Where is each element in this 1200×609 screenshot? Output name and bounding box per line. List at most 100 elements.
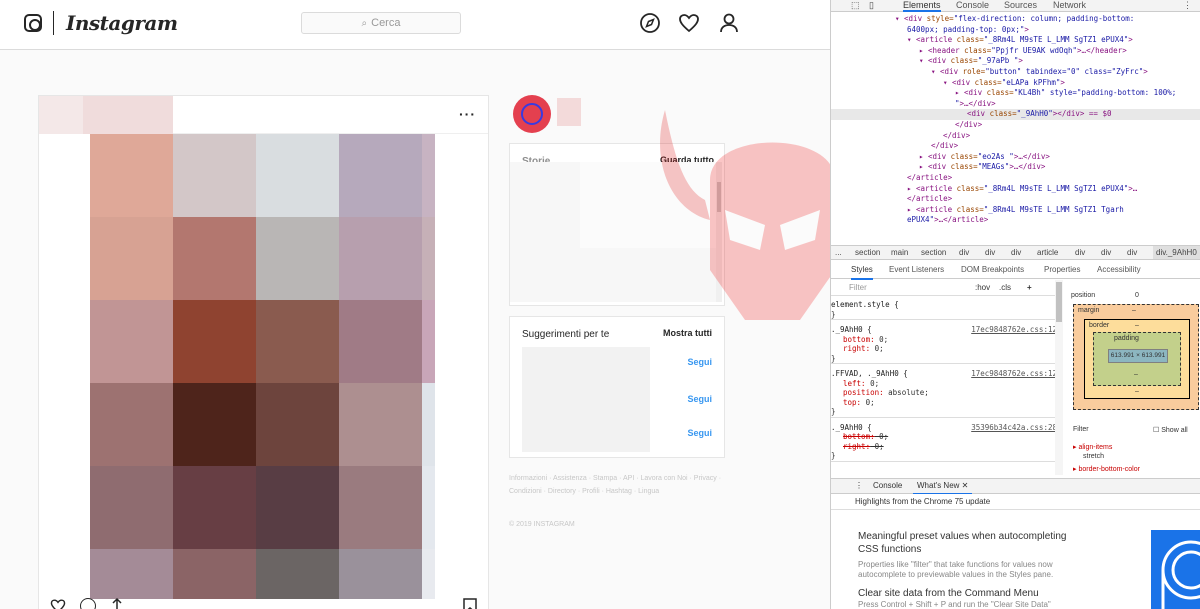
instagram-wordmark[interactable]: Instagram <box>66 11 178 35</box>
css-prop-value[interactable]: 0; <box>875 335 888 344</box>
sub-tab[interactable]: Styles <box>851 261 873 280</box>
pixelated-post-image[interactable] <box>90 134 435 599</box>
breadcrumb-item[interactable]: div._9AhH0 <box>1153 246 1200 259</box>
style-rule[interactable]: .FFVAD, ._9AhH0 {17ec9848762e.css:12 left… <box>831 369 1063 418</box>
css-prop-value[interactable]: 0; <box>870 442 884 451</box>
search-input[interactable]: ⌕ Cerca <box>301 12 461 34</box>
dom-node-line[interactable]: </article> <box>907 173 952 184</box>
css-prop-value[interactable]: 0; <box>866 379 879 388</box>
more-icon[interactable]: ··· <box>459 106 476 122</box>
dom-node-line[interactable]: ▸ <div class="MEAGs">…</div> <box>919 162 1045 173</box>
rule-source-link[interactable]: 17ec9848762e.css:12 <box>971 369 1057 379</box>
style-rule[interactable]: element.style {} <box>831 300 1063 320</box>
dom-node-line[interactable]: ▾ <div style="flex-direction: column; pa… <box>895 14 1134 25</box>
style-rule[interactable]: ._9AhH0 {35396b34c42a.css:28 bottom: 0; ri… <box>831 423 1063 462</box>
footer-links[interactable]: Informazioni · Assistenza · Stampa · API… <box>509 472 725 498</box>
css-prop-name[interactable]: left: <box>843 379 866 388</box>
new-rule-button[interactable]: + <box>1027 280 1032 296</box>
sub-tab[interactable]: Event Listeners <box>889 261 944 278</box>
dom-node-line[interactable]: 6400px; padding-top: 0px;"> <box>907 25 1029 36</box>
scrollbar-thumb[interactable] <box>1056 282 1062 322</box>
css-prop-value[interactable]: absolute; <box>884 388 929 397</box>
margin-box[interactable]: margin – border – padding 613.991 × 613.… <box>1073 304 1199 410</box>
tab-elements[interactable]: Elements <box>903 0 941 12</box>
border-box[interactable]: border – padding 613.991 × 613.991 – – <box>1084 319 1190 399</box>
profile-icon[interactable] <box>718 12 740 34</box>
css-prop-name[interactable]: right: <box>843 442 870 451</box>
user-avatar[interactable] <box>513 95 551 133</box>
breadcrumb-item[interactable]: section <box>855 246 880 259</box>
tab-console[interactable]: Console <box>956 0 989 10</box>
dom-node-line[interactable]: ▾ <article class="_8Rm4L M9sTE L_LMM SgT… <box>907 35 1133 46</box>
like-icon[interactable] <box>49 598 67 609</box>
show-all-checkbox[interactable]: ☐ Show all <box>1153 426 1188 434</box>
breadcrumb-item[interactable]: div <box>1075 246 1085 259</box>
cls-toggle[interactable]: .cls <box>999 280 1011 296</box>
dom-node-line[interactable]: ▾ <div role="button" tabindex="0" class=… <box>931 67 1148 78</box>
drawer-menu-icon[interactable]: ⋮ <box>855 479 863 493</box>
dom-node-line[interactable]: </div> <box>955 120 982 131</box>
rule-source-link[interactable]: 35396b34c42a.css:28 <box>971 423 1057 433</box>
breadcrumb-item[interactable]: main <box>891 246 908 259</box>
whats-new-item-title[interactable]: Clear site data from the Command Menu <box>858 587 1118 600</box>
css-prop-name[interactable]: bottom: <box>843 335 875 344</box>
dom-node-line[interactable]: ▸ <article class="_8Rm4L M9sTE L_LMM SgT… <box>907 184 1137 195</box>
heart-icon[interactable] <box>678 12 700 34</box>
css-prop-value[interactable]: 0; <box>861 398 875 407</box>
dom-node-line[interactable]: ▸ <div class="KL4Bh" style="padding-bott… <box>955 88 1176 99</box>
content-box[interactable]: 613.991 × 613.991 <box>1108 349 1168 363</box>
rule-source-link[interactable]: 17ec9848762e.css:12 <box>971 325 1057 335</box>
breadcrumb-item[interactable]: div <box>985 246 995 259</box>
dom-node-line[interactable]: ePUX4">…</article> <box>907 215 988 226</box>
sub-tab[interactable]: Accessibility <box>1097 261 1141 278</box>
computed-filter-input[interactable]: Filter <box>1073 426 1089 433</box>
tab-network[interactable]: Network <box>1053 0 1086 10</box>
computed-prop[interactable]: ▸ border-bottom-color <box>1073 465 1140 473</box>
follow-button[interactable]: Segui <box>687 394 712 404</box>
css-prop-name[interactable]: top: <box>843 398 861 407</box>
breadcrumb-item[interactable]: section <box>921 246 946 259</box>
padding-box[interactable]: padding 613.991 × 613.991 – <box>1093 332 1181 386</box>
drawer-tab-whats-new[interactable]: What's New ✕ <box>913 479 973 495</box>
styles-filter-input[interactable]: Filter <box>849 280 867 296</box>
sub-tab[interactable]: DOM Breakpoints <box>961 261 1024 278</box>
tab-sources[interactable]: Sources <box>1004 0 1037 10</box>
inspect-icon[interactable]: ⬚ <box>851 0 860 10</box>
dom-node-line[interactable]: ">…</div> <box>955 99 996 110</box>
dom-node-line[interactable]: </div> <box>931 141 958 152</box>
dom-node-line[interactable]: ▾ <div class="_97aPb "> <box>919 56 1023 67</box>
hov-toggle[interactable]: :hov <box>975 280 990 296</box>
dom-node-line[interactable]: <div class="_9AhH0"></div> == $0 <box>831 109 1200 120</box>
css-prop-value[interactable]: 0; <box>870 344 884 353</box>
breadcrumb-item[interactable]: div <box>1127 246 1137 259</box>
whats-new-item-title[interactable]: Meaningful preset values when autocomple… <box>858 530 1078 556</box>
css-prop-name[interactable]: bottom: <box>843 432 875 441</box>
breadcrumb-item[interactable]: ... <box>835 246 842 259</box>
drawer-tab-console[interactable]: Console <box>873 479 902 493</box>
dom-node-line[interactable]: ▾ <div class="eLAPa kPFhm"> <box>943 78 1065 89</box>
breadcrumb-item[interactable]: article <box>1037 246 1058 259</box>
comment-icon[interactable] <box>80 598 96 609</box>
sub-tab[interactable]: Properties <box>1044 261 1080 278</box>
share-icon[interactable] <box>109 597 125 609</box>
dom-node-line[interactable]: ▸ <div class="eo2As ">…</div> <box>919 152 1050 163</box>
style-rule[interactable]: ._9AhH0 {17ec9848762e.css:12 bottom: 0; ri… <box>831 325 1063 364</box>
dom-node-line[interactable]: </div> <box>943 131 970 142</box>
devtools-menu-icon[interactable]: ⋮ <box>1183 0 1192 10</box>
follow-button[interactable]: Segui <box>687 428 712 438</box>
dom-node-line[interactable]: </article> <box>907 194 952 205</box>
computed-prop[interactable]: ▸ align-items <box>1073 443 1112 451</box>
device-toggle-icon[interactable]: ▯ <box>869 0 874 10</box>
dom-node-line[interactable]: ▸ <header class="Ppjfr UE9AK wdOqh">…</h… <box>919 46 1127 57</box>
breadcrumb-item[interactable]: div <box>959 246 969 259</box>
styles-scrollbar[interactable] <box>1055 280 1063 475</box>
bookmark-icon[interactable] <box>463 598 477 609</box>
dom-node-line[interactable]: ▸ <article class="_8Rm4L M9sTE L_LMM SgT… <box>907 205 1124 216</box>
css-prop-name[interactable]: right: <box>843 344 870 353</box>
compass-icon[interactable] <box>639 12 661 34</box>
follow-button[interactable]: Segui <box>687 357 712 367</box>
breadcrumb-item[interactable]: div <box>1011 246 1021 259</box>
css-prop-value[interactable]: 0; <box>875 432 888 441</box>
breadcrumb-item[interactable]: div <box>1101 246 1111 259</box>
css-prop-name[interactable]: position: <box>843 388 884 397</box>
